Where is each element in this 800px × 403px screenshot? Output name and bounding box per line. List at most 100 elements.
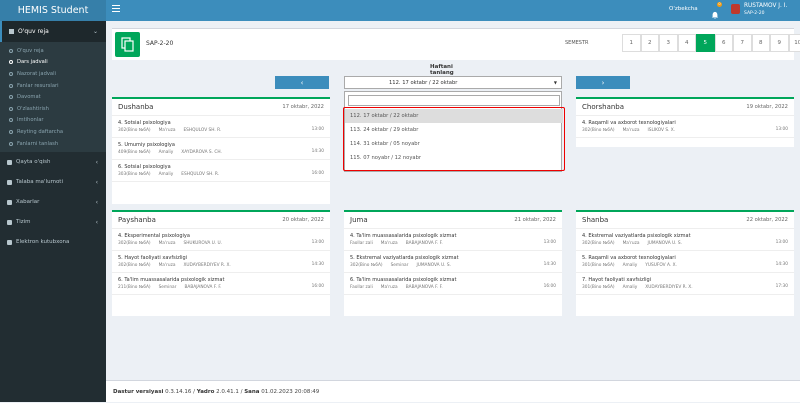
lesson-item[interactable]: 4. Sotsial psixologiya302(Bino №6A)Ma'ru… bbox=[112, 116, 330, 138]
day-name: Shanba bbox=[582, 216, 608, 224]
sidebar-submenu: O'quv reja Dars jadvali Nazorat jadvali … bbox=[0, 42, 106, 152]
circle-icon bbox=[9, 72, 13, 76]
lesson-title: 4. Ekstremal vaziyatlarda psixologik xiz… bbox=[582, 233, 788, 239]
lesson-title: 4. Sotsial psixologiya bbox=[118, 120, 324, 126]
date-value: 01.02.2023 20:08:49 bbox=[261, 389, 319, 395]
lesson-item[interactable]: 6. Sotsial psixologiya303(Bino №6A)Amali… bbox=[112, 160, 330, 182]
sidebar-subitem[interactable]: O'zlashtirish bbox=[0, 103, 106, 115]
semester-button[interactable]: 9 bbox=[770, 34, 789, 52]
lesson-room: 301(Bino №6A) bbox=[582, 285, 615, 290]
circle-icon bbox=[9, 107, 13, 111]
semester-button[interactable]: 6 bbox=[715, 34, 734, 52]
sidebar-item-xabarlar[interactable]: Xabarlar‹ bbox=[0, 192, 106, 212]
top-navbar: O'zbekcha 0 RUSTAMOV J. I. SAP-2-20 bbox=[106, 0, 800, 21]
language-selector[interactable]: O'zbekcha bbox=[669, 6, 698, 12]
week-label: Haftani tanlang bbox=[430, 64, 475, 76]
day-card-payshanba: Payshanba20 oktabr, 2022 4. Eksperimenta… bbox=[112, 210, 330, 316]
lesson-item[interactable]: 4. Raqamli va axborot texnologiyalari302… bbox=[576, 116, 794, 138]
lesson-item[interactable]: 5. Umumiy psixologiya409(Bino №6A)Amaliy… bbox=[112, 138, 330, 160]
gear-icon bbox=[7, 220, 12, 225]
day-card-juma: Juma21 oktabr, 2022 4. Ta'lim muassasala… bbox=[344, 210, 562, 316]
sidebar-item-qayta-oqish[interactable]: Qayta o'qish‹ bbox=[0, 152, 106, 172]
sidebar-item-talaba[interactable]: Talaba ma'lumoti‹ bbox=[0, 172, 106, 192]
version-label: Dastur versiyasi bbox=[113, 389, 163, 395]
lesson-item[interactable]: 6. Ta'lim muassasalarida psixologik xizm… bbox=[112, 273, 330, 295]
avatar[interactable] bbox=[731, 4, 740, 14]
lesson-room: 409(Bino №6A) bbox=[118, 150, 151, 155]
week-select[interactable]: 112. 17 oktabr / 22 oktabr ▼ bbox=[344, 76, 562, 89]
lesson-time: 14:30 bbox=[776, 262, 788, 267]
sidebar-subitem[interactable]: Davomat bbox=[0, 91, 106, 103]
lesson-item[interactable]: 5. Hayot faoliyati xavfsizligi302(Bino №… bbox=[112, 251, 330, 273]
lesson-room: 302(Bino №6A) bbox=[118, 128, 151, 133]
lesson-item[interactable]: 4. Eksperimental psixologiya302(Bino №6A… bbox=[112, 229, 330, 251]
sidebar-subitem[interactable]: Imtihonlar bbox=[0, 115, 106, 127]
lesson-time: 13:00 bbox=[544, 240, 556, 245]
sidebar-subitem[interactable]: Fanlarni tanlash bbox=[0, 138, 106, 150]
day-date: 22 oktabr, 2022 bbox=[746, 217, 788, 223]
semester-button[interactable]: 4 bbox=[678, 34, 697, 52]
lesson-time: 13:00 bbox=[312, 240, 324, 245]
lesson-type: Ma'ruza bbox=[159, 241, 176, 246]
week-search-input[interactable] bbox=[348, 95, 560, 106]
chevron-down-icon: ⌄ bbox=[93, 28, 98, 35]
menu-toggle-icon[interactable] bbox=[112, 5, 120, 13]
chevron-left-icon: ‹ bbox=[96, 179, 98, 186]
semester-button[interactable]: 1 bbox=[622, 34, 641, 52]
lesson-room: Faollar zali bbox=[350, 241, 373, 246]
sidebar-item-kutubxona[interactable]: Elektron kutubxona bbox=[0, 232, 106, 252]
lesson-type: Seminar bbox=[159, 285, 177, 290]
lesson-type: Amaliy bbox=[159, 150, 174, 155]
lesson-item[interactable]: 7. Hayot faoliyati xavfsizligi301(Bino №… bbox=[576, 273, 794, 295]
lesson-item[interactable]: 6. Ta'lim muassasalarida psixologik xizm… bbox=[344, 273, 562, 295]
prev-week-button[interactable]: ‹ bbox=[275, 76, 329, 89]
semester-button[interactable]: 2 bbox=[641, 34, 660, 52]
lesson-item[interactable]: 4. Ta'lim muassasalarida psixologik xizm… bbox=[344, 229, 562, 251]
semester-button[interactable]: 3 bbox=[659, 34, 678, 52]
sidebar-subitem-active[interactable]: Dars jadvali bbox=[0, 57, 106, 69]
lesson-teacher: ESHQULOV SH. R. bbox=[183, 128, 221, 133]
chevron-left-icon: ‹ bbox=[96, 219, 98, 226]
lesson-time: 13:00 bbox=[776, 127, 788, 132]
subitem-label: Fanlarni tanlash bbox=[17, 141, 58, 147]
sidebar-item-label: O'quv reja bbox=[18, 28, 49, 35]
lesson-title: 6. Sotsial psixologiya bbox=[118, 164, 324, 170]
circle-icon bbox=[9, 49, 13, 53]
lesson-item[interactable]: 5. Raqamli va axborot texnologiyalari301… bbox=[576, 251, 794, 273]
sidebar-item-label: Xabarlar bbox=[16, 199, 39, 205]
lesson-teacher: BABAJANOVA F. F. bbox=[406, 241, 443, 246]
sidebar: O'quv reja ⌄ O'quv reja Dars jadvali Naz… bbox=[0, 21, 106, 402]
lesson-teacher: JUMANOVA U. S. bbox=[647, 241, 682, 246]
lesson-type: Amaliy bbox=[623, 263, 638, 268]
user-menu[interactable]: RUSTAMOV J. I. SAP-2-20 bbox=[744, 3, 787, 17]
lesson-time: 14:30 bbox=[544, 262, 556, 267]
next-week-button[interactable]: › bbox=[576, 76, 630, 89]
app-title: HEMIS Student bbox=[18, 5, 89, 16]
sidebar-item-label: Elektron kutubxona bbox=[16, 239, 69, 245]
sidebar-subitem[interactable]: O'quv reja bbox=[0, 45, 106, 57]
sidebar-subitem[interactable]: Nazorat jadvali bbox=[0, 68, 106, 80]
lesson-teacher: XAYDAROVA S. CH. bbox=[181, 150, 222, 155]
day-card-chorshanba: Chorshanba19 oktabr, 2022 4. Raqamli va … bbox=[576, 97, 794, 147]
circle-icon bbox=[9, 60, 13, 64]
sidebar-subitem[interactable]: Fanlar resurslari bbox=[0, 80, 106, 92]
lesson-time: 16:00 bbox=[544, 284, 556, 289]
lesson-item[interactable]: 4. Ekstremal vaziyatlarda psixologik xiz… bbox=[576, 229, 794, 251]
sidebar-subitem[interactable]: Reyting daftarcha bbox=[0, 126, 106, 138]
lesson-teacher: SHUKUROVA U. U. bbox=[183, 241, 222, 246]
envelope-icon bbox=[7, 200, 12, 205]
semester-button[interactable]: 10 bbox=[789, 34, 800, 52]
sidebar-item-tizim[interactable]: Tizim‹ bbox=[0, 212, 106, 232]
lesson-time: 17:30 bbox=[776, 284, 788, 289]
lesson-room: 302(Bino №6A) bbox=[118, 263, 151, 268]
semester-button[interactable]: 8 bbox=[752, 34, 771, 52]
lesson-item[interactable]: 5. Ekstremal vaziyatlarda psixologik xiz… bbox=[344, 251, 562, 273]
app-logo[interactable]: HEMIS Student bbox=[0, 0, 106, 21]
subitem-label: Fanlar resurslari bbox=[17, 83, 59, 89]
semester-button-active[interactable]: 5 bbox=[696, 34, 715, 52]
lesson-teacher: YUSUFOV A. X. bbox=[645, 263, 677, 268]
lesson-teacher: ESHQULOV SH. R. bbox=[181, 172, 219, 177]
lesson-room: 302(Bino №6A) bbox=[582, 128, 615, 133]
sidebar-item-oquv-reja[interactable]: O'quv reja ⌄ bbox=[0, 21, 106, 42]
semester-button[interactable]: 7 bbox=[733, 34, 752, 52]
